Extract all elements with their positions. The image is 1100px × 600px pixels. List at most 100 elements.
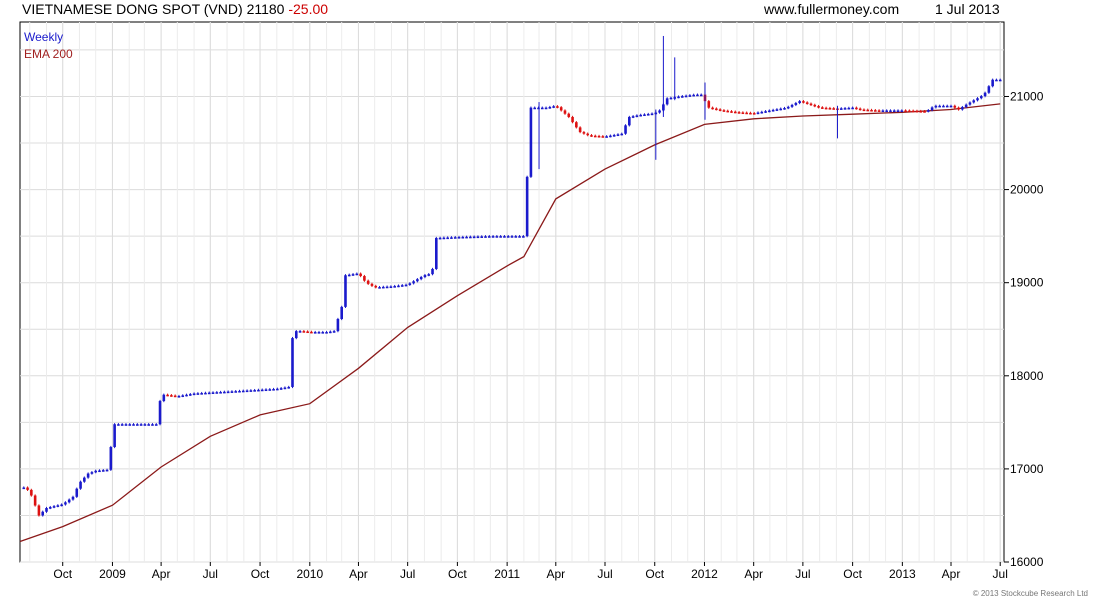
candle-body xyxy=(650,113,654,116)
candle-body xyxy=(26,487,29,490)
candle-body xyxy=(707,101,711,108)
candle-body xyxy=(495,236,499,238)
candle-body xyxy=(506,236,510,238)
candle-body xyxy=(393,286,396,288)
candle-body xyxy=(669,97,673,100)
candle-body xyxy=(400,285,404,287)
candle-body xyxy=(578,127,582,133)
plot-area xyxy=(19,21,1005,563)
candle-body xyxy=(385,286,389,289)
candle-body xyxy=(344,275,347,307)
candle-body xyxy=(998,79,1002,82)
candle-body xyxy=(779,108,783,111)
candle-body xyxy=(241,390,245,393)
candle-body xyxy=(257,389,260,392)
candle-body xyxy=(461,236,465,239)
candle-body xyxy=(260,389,264,392)
candle-body xyxy=(329,331,332,334)
candle-body xyxy=(733,111,737,114)
candle-body xyxy=(923,111,926,113)
x-tick-label: 2011 xyxy=(494,567,520,581)
candle-body xyxy=(189,394,192,396)
candle-body xyxy=(181,395,185,397)
candle-body xyxy=(200,393,203,395)
candle-body xyxy=(276,388,279,391)
candle-body xyxy=(597,135,601,138)
candle-body xyxy=(143,424,147,426)
candle-body xyxy=(518,236,521,238)
candle-body xyxy=(435,238,438,269)
x-tick-label: Oct xyxy=(843,567,862,581)
candle-body xyxy=(862,109,866,112)
candle-body xyxy=(404,284,408,287)
candle-body xyxy=(559,107,563,111)
candle-body xyxy=(310,331,313,334)
candle-body xyxy=(688,95,692,97)
candle-body xyxy=(389,286,393,289)
y-tick-label: 20000 xyxy=(1010,183,1044,197)
candle-body xyxy=(817,106,820,108)
candle-body xyxy=(605,136,608,138)
candle-body xyxy=(416,279,419,282)
candle-body xyxy=(953,105,957,108)
candle-body xyxy=(120,424,124,426)
candle-body xyxy=(911,110,915,113)
candle-body xyxy=(593,135,597,138)
candle-body xyxy=(858,108,862,111)
candle-body xyxy=(979,96,983,99)
candle-body xyxy=(942,105,945,108)
candle-body xyxy=(786,106,790,109)
candle-body xyxy=(847,107,851,110)
candle-body xyxy=(866,109,870,112)
candle-body xyxy=(809,103,813,106)
x-tick-label: Apr xyxy=(744,567,763,581)
candle-body xyxy=(783,108,786,110)
candle-body xyxy=(105,469,109,472)
candle-body xyxy=(408,283,412,285)
candle-body xyxy=(438,237,442,240)
x-tick-label: Apr xyxy=(349,567,368,581)
x-tick-label: 2010 xyxy=(296,567,323,581)
candle-body xyxy=(665,98,669,105)
candle-body xyxy=(821,107,824,109)
candle-body xyxy=(851,107,854,110)
candle-body xyxy=(117,424,120,426)
candle-body xyxy=(991,79,994,87)
candle-body xyxy=(79,481,82,489)
candle-body xyxy=(813,104,817,107)
candle-body xyxy=(525,176,529,237)
candle-body xyxy=(325,332,328,334)
candle-body xyxy=(484,236,487,238)
candle-body xyxy=(995,79,998,82)
candle-body xyxy=(166,394,169,397)
candle-body xyxy=(628,116,631,126)
candle-body xyxy=(313,332,317,334)
x-tick-label: Oct xyxy=(53,567,72,581)
candle-body xyxy=(961,107,964,110)
candle-body xyxy=(696,94,699,97)
candle-body xyxy=(374,285,378,288)
candle-body xyxy=(196,393,200,395)
candle-body xyxy=(226,391,230,394)
x-tick-label: Jul xyxy=(795,567,810,581)
candle-body xyxy=(457,237,461,239)
candle-body xyxy=(737,112,741,114)
candle-body xyxy=(904,110,907,113)
candle-body xyxy=(442,237,446,240)
candle-body xyxy=(938,105,941,108)
candle-body xyxy=(397,285,400,288)
candle-body xyxy=(321,332,325,334)
candle-body xyxy=(340,306,343,319)
candle-body xyxy=(692,94,695,97)
candle-body xyxy=(646,113,650,116)
candle-body xyxy=(185,394,188,397)
legend-ema: EMA 200 xyxy=(24,47,73,61)
candle-body xyxy=(207,392,211,395)
x-axis-ticks: Oct 2009 Apr Jul Oct 2010 Apr Jul Oct 2011 Apr Jul O… xyxy=(53,562,1008,581)
candle-body xyxy=(423,275,427,278)
candle-body xyxy=(949,105,953,108)
candle-body xyxy=(798,101,801,104)
candle-body xyxy=(382,286,385,289)
candle-body xyxy=(132,424,135,426)
candle-body xyxy=(446,237,449,240)
